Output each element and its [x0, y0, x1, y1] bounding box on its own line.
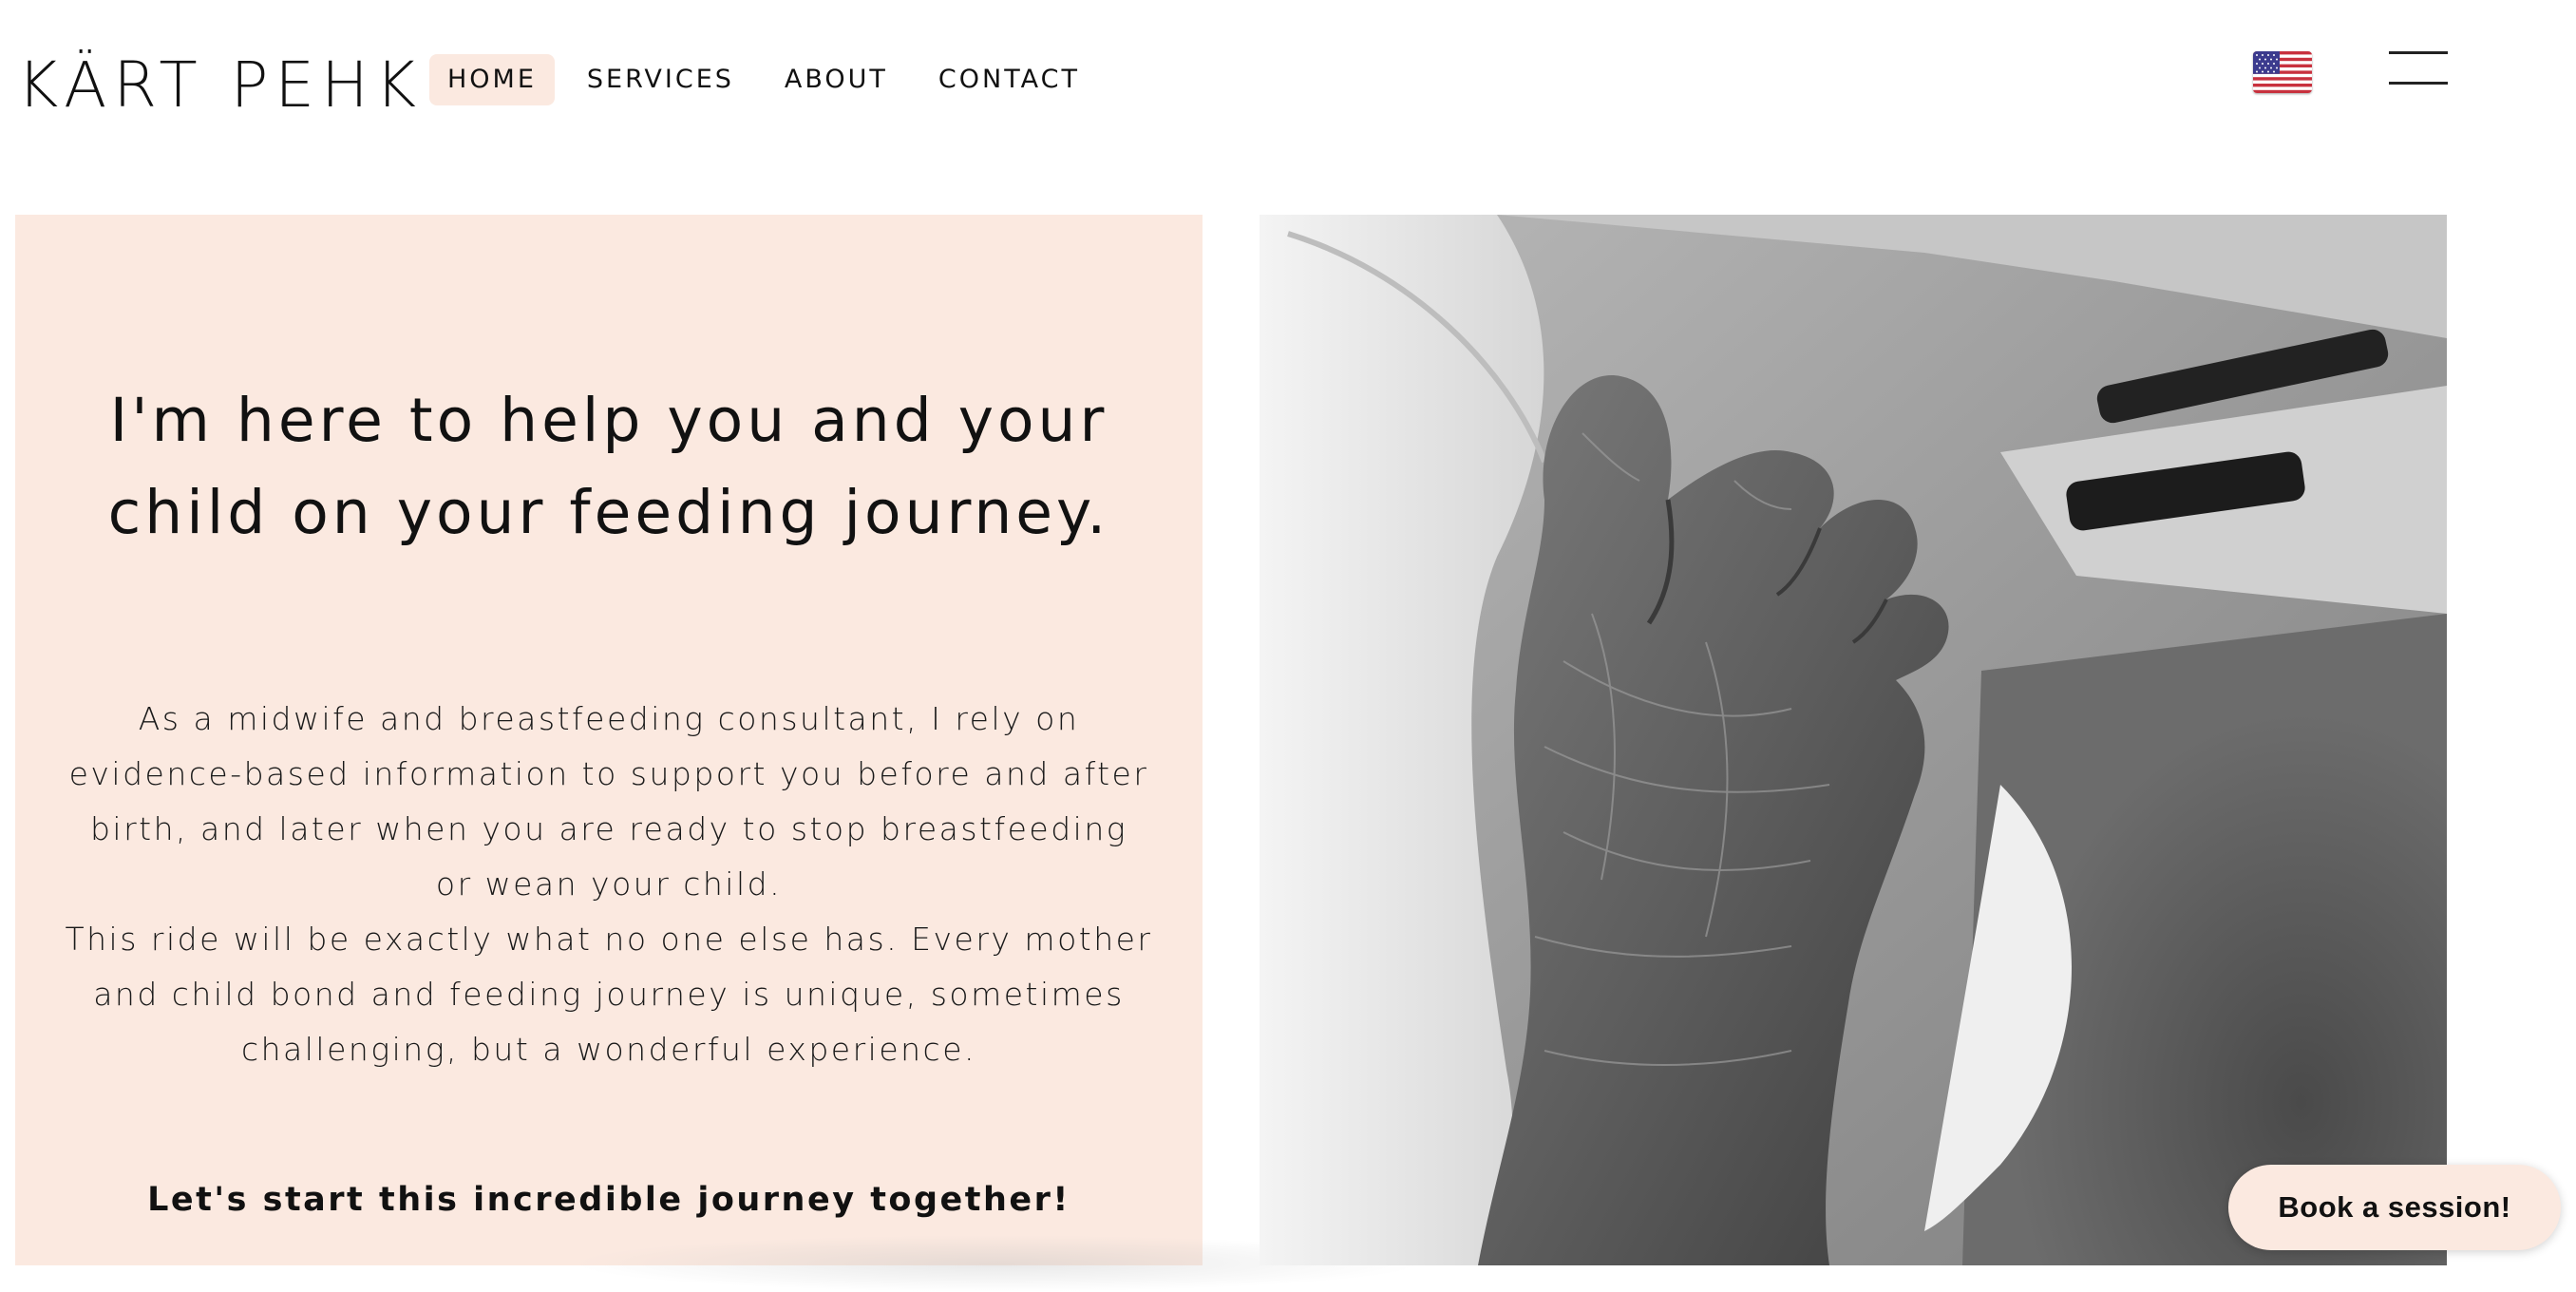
hero-text-panel: I'm here to help you and your child on y… — [15, 215, 1203, 1265]
hero-heading-line: I'm here to help you and your — [109, 386, 1108, 455]
menu-line — [2389, 82, 2448, 85]
menu-line — [2389, 51, 2448, 54]
hero-description-line: As a midwife and breastfeeding consultan… — [138, 700, 1080, 737]
hero-cta-text: Let's start this incredible journey toge… — [147, 1181, 1070, 1219]
site-logo[interactable]: KÄRT PEHK — [17, 48, 423, 124]
nav-item-contact[interactable]: CONTACT — [920, 54, 1098, 105]
hero-description-line: birth, and later when you are ready to s… — [89, 810, 1128, 847]
hero-heading-line: child on your feeding journey. — [107, 478, 1110, 547]
hero-description-line: or wean your child. — [435, 865, 783, 902]
us-flag-icon[interactable] — [2253, 51, 2312, 93]
nav-item-home[interactable]: HOME — [429, 54, 555, 105]
hamburger-menu-icon[interactable] — [2389, 49, 2448, 87]
nav-item-about[interactable]: ABOUT — [767, 54, 906, 105]
hero-description: As a midwife and breastfeeding consultan… — [15, 692, 1203, 1077]
baby-foot-photo — [1260, 215, 2447, 1265]
hero-description-line: evidence-based information to support yo… — [68, 755, 1149, 792]
main-nav: HOME SERVICES ABOUT CONTACT — [429, 54, 1112, 105]
book-session-button[interactable]: Book a session! — [2228, 1165, 2561, 1250]
hero-description-line: and child bond and feeding journey is un… — [93, 976, 1125, 1013]
nav-item-services[interactable]: SERVICES — [569, 54, 752, 105]
hero-heading: I'm here to help you and your child on y… — [15, 374, 1203, 559]
hero-description-line: This ride will be exactly what no one el… — [65, 921, 1153, 958]
hero-description-line: challenging, but a wonderful experience. — [240, 1031, 976, 1068]
